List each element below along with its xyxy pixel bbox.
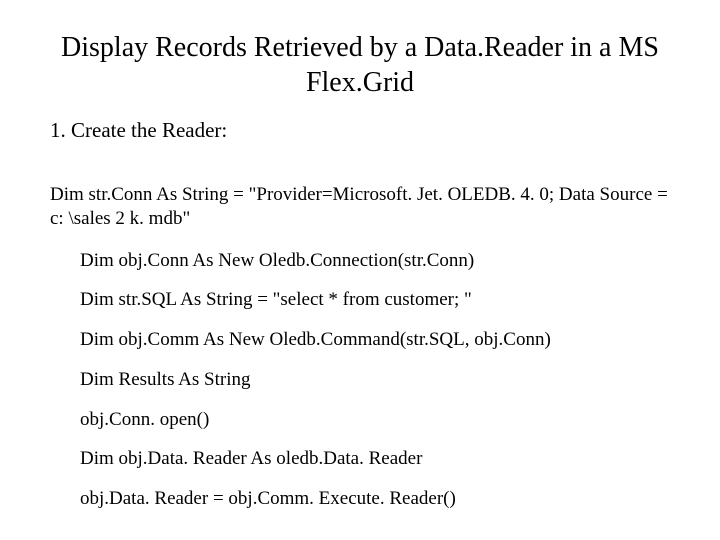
code-line: Dim Results As String [80, 368, 670, 392]
code-line: Dim obj.Data. Reader As oledb.Data. Read… [80, 447, 670, 471]
code-line: obj.Data. Reader = obj.Comm. Execute. Re… [80, 487, 670, 511]
code-block: Dim obj.Conn As New Oledb.Connection(str… [50, 249, 670, 511]
slide-title: Display Records Retrieved by a Data.Read… [50, 30, 670, 100]
code-line: Dim obj.Conn As New Oledb.Connection(str… [80, 249, 670, 273]
code-line: Dim str.SQL As String = "select * from c… [80, 288, 670, 312]
code-line: Dim obj.Comm As New Oledb.Command(str.SQ… [80, 328, 670, 352]
code-line: obj.Conn. open() [80, 408, 670, 432]
connection-string-line: Dim str.Conn As String = "Provider=Micro… [50, 183, 670, 231]
step-heading: 1. Create the Reader: [50, 118, 670, 143]
